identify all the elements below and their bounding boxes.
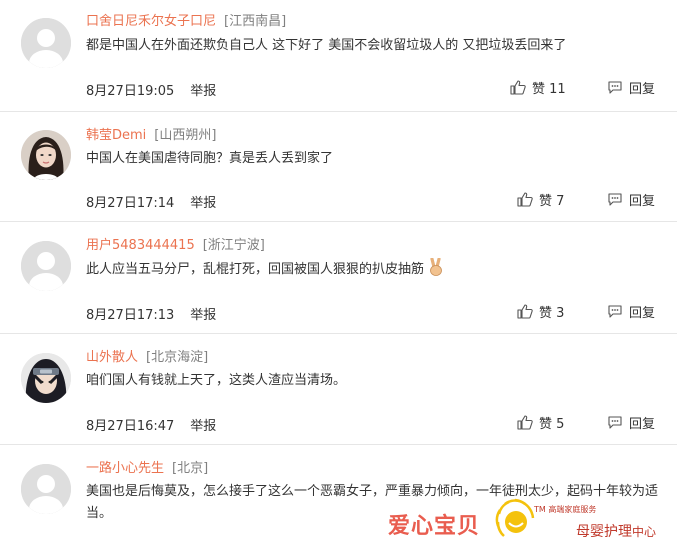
- user-location: [江西南昌]: [224, 14, 287, 29]
- thumbs-up-icon: [510, 80, 526, 95]
- woman-photo-avatar-icon: [21, 130, 71, 180]
- reply-bubble-icon: [608, 81, 622, 94]
- user-location: [山西朔州]: [154, 128, 217, 143]
- reply-label: 回复: [629, 306, 656, 321]
- avatar[interactable]: [21, 464, 71, 514]
- like-button[interactable]: 赞 5: [517, 413, 564, 432]
- like-button[interactable]: 赞 3: [517, 302, 564, 321]
- sun-logo-icon: [495, 498, 535, 537]
- avatar[interactable]: [21, 353, 71, 403]
- default-avatar-icon: [21, 18, 71, 68]
- username-link[interactable]: 用户5483444415: [86, 238, 195, 253]
- comment-actions: 赞 7 回复: [517, 190, 655, 209]
- comment-text: 都是中国人在外面还欺负自己人 这下好了 美国不会收留垃圾人的 又把垃圾丢回来了: [86, 38, 567, 53]
- comment-header: 韩莹Demi [山西朔州]: [86, 124, 216, 143]
- avatar[interactable]: [21, 130, 71, 180]
- comment-time: 8月27日17:13: [86, 308, 175, 323]
- user-location: [北京]: [172, 461, 209, 476]
- report-link[interactable]: 举报: [190, 419, 216, 434]
- reply-label: 回复: [629, 194, 656, 209]
- username-link[interactable]: 一路小心先生: [86, 461, 164, 476]
- comment-header: 用户5483444415 [浙江宁波]: [86, 234, 265, 253]
- avatar[interactable]: [21, 241, 71, 291]
- comment-text: 中国人在美国虐待同胞？真是丢人丢到家了: [86, 151, 334, 166]
- reply-bubble-icon: [608, 193, 622, 206]
- comment-meta: 8月27日17:13 举报: [86, 304, 216, 323]
- comment-meta: 8月27日17:14 举报: [86, 192, 216, 211]
- username-link[interactable]: 韩莹Demi: [86, 128, 146, 143]
- report-link[interactable]: 举报: [190, 308, 216, 323]
- report-link[interactable]: 举报: [190, 84, 216, 99]
- username-link[interactable]: 山外散人: [86, 350, 138, 365]
- like-count: 赞 7: [539, 194, 565, 209]
- reply-button[interactable]: 回复: [607, 190, 655, 209]
- comment-actions: 赞 11 回复: [510, 78, 655, 97]
- like-count: 赞 11: [532, 82, 566, 97]
- report-link[interactable]: 举报: [190, 196, 216, 211]
- comment-meta: 8月27日19:05 举报: [86, 80, 216, 99]
- watermark-service-text: 母婴护理中心: [576, 521, 656, 541]
- like-count: 赞 3: [539, 306, 565, 321]
- comment-header: 口舍日尼禾尔女子口尼 [江西南昌]: [86, 10, 286, 29]
- comment-item: 韩莹Demi [山西朔州] 中国人在美国虐待同胞？真是丢人丢到家了 8月27日17…: [0, 111, 677, 222]
- watermark-tm-text: TM 高端家庭服务: [534, 505, 597, 514]
- reply-bubble-icon: [608, 416, 622, 429]
- watermark-service-main: 母婴护理: [576, 524, 632, 540]
- comment-time: 8月27日19:05: [86, 84, 175, 99]
- comment-text: 此人应当五马分尸，乱棍打死，回国被国人狠狠的扒皮抽筋: [86, 257, 672, 284]
- thumbs-up-icon: [517, 192, 533, 207]
- comment-actions: 赞 5 回复: [517, 413, 655, 432]
- comment-item: 用户5483444415 [浙江宁波] 此人应当五马分尸，乱棍打死，回国被国人狠狠…: [0, 221, 677, 334]
- avatar[interactable]: [21, 18, 71, 68]
- comment-text: 咱们国人有钱就上天了，这类人渣应当清场。: [86, 373, 347, 388]
- username-link[interactable]: 口舍日尼禾尔女子口尼: [86, 14, 216, 29]
- thumbs-up-icon: [517, 415, 533, 430]
- default-avatar-icon: [21, 241, 71, 291]
- comment-item: 山外散人 [北京海淀] 咱们国人有钱就上天了，这类人渣应当清场。 8月27日16:…: [0, 333, 677, 445]
- reply-button[interactable]: 回复: [607, 302, 655, 321]
- like-count: 赞 5: [539, 417, 565, 432]
- comment-text-body: 此人应当五马分尸，乱棍打死，回国被国人狠狠的扒皮抽筋: [86, 262, 425, 277]
- reply-button[interactable]: 回复: [607, 413, 655, 432]
- victory-hand-icon: [428, 257, 444, 284]
- comment-text: 美国也是后悔莫及，怎么接手了这么一个恶霸女子，严重暴力倾向，一年徒刑太少，起码十…: [86, 484, 659, 521]
- comment-header: 山外散人 [北京海淀]: [86, 346, 208, 365]
- reply-label: 回复: [629, 82, 656, 97]
- anime-ninja-avatar-icon: [21, 353, 71, 403]
- comment-header: 一路小心先生 [北京]: [86, 457, 208, 476]
- user-location: [北京海淀]: [146, 350, 209, 365]
- reply-button[interactable]: 回复: [607, 78, 655, 97]
- watermark-brand-text: 爱心宝贝: [388, 513, 481, 539]
- reply-bubble-icon: [608, 305, 622, 318]
- comment-actions: 赞 3 回复: [517, 302, 655, 321]
- reply-label: 回复: [629, 417, 656, 432]
- thumbs-up-icon: [517, 304, 533, 319]
- comment-meta: 8月27日16:47 举报: [86, 415, 216, 434]
- comment-time: 8月27日17:14: [86, 196, 175, 211]
- default-avatar-icon: [21, 464, 71, 514]
- user-location: [浙江宁波]: [202, 238, 265, 253]
- comment-item: 口舍日尼禾尔女子口尼 [江西南昌] 都是中国人在外面还欺负自己人 这下好了 美国不…: [0, 0, 677, 112]
- watermark-service-small: 中心: [632, 525, 657, 539]
- like-button[interactable]: 赞 7: [517, 190, 564, 209]
- comment-time: 8月27日16:47: [86, 419, 175, 434]
- like-button[interactable]: 赞 11: [510, 78, 566, 97]
